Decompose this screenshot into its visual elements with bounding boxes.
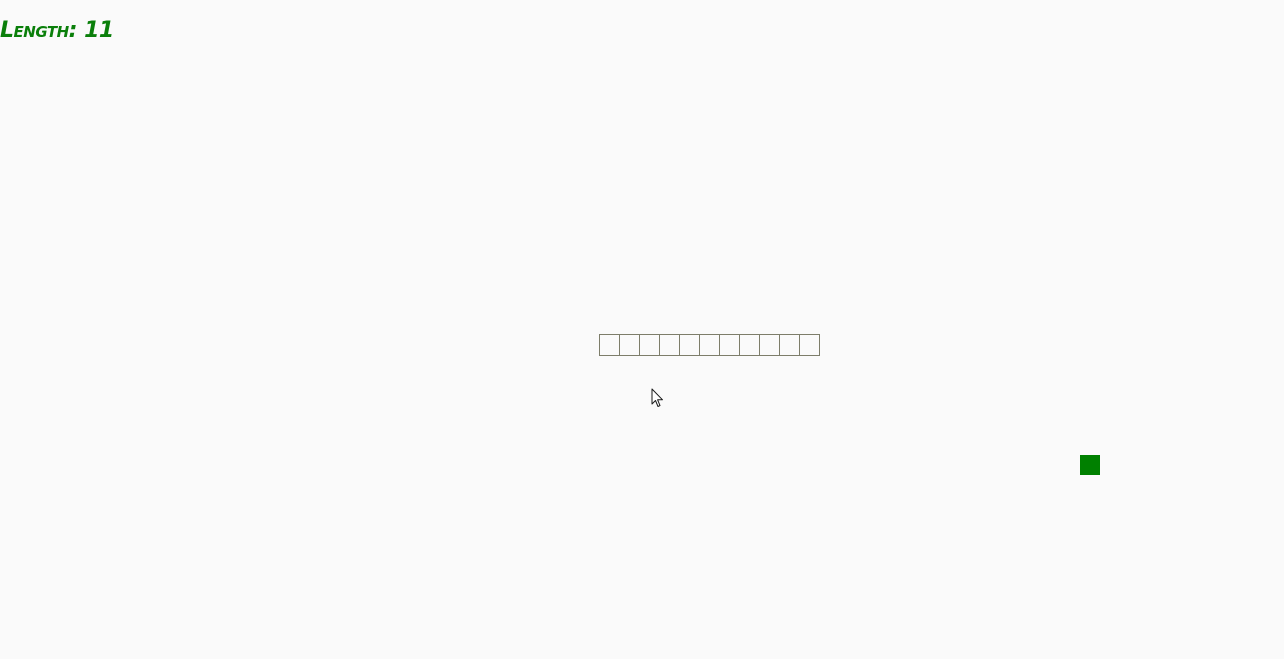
snake-segment	[799, 334, 820, 356]
snake-segment	[619, 334, 640, 356]
snake-segment	[739, 334, 760, 356]
snake-segment	[699, 334, 720, 356]
snake-segment	[719, 334, 740, 356]
snake-segment	[679, 334, 700, 356]
length-counter: Length: 11	[0, 18, 114, 43]
game-board[interactable]: Length: 11	[0, 0, 1284, 659]
mouse-pointer-icon	[651, 388, 663, 407]
length-label: Length:	[0, 18, 77, 43]
snake-segment	[639, 334, 660, 356]
snake-segment	[779, 334, 800, 356]
snake-segment	[659, 334, 680, 356]
length-value: 11	[84, 18, 114, 43]
food-pellet	[1080, 455, 1100, 475]
snake-segment	[759, 334, 780, 356]
snake-segment	[599, 334, 620, 356]
snake	[599, 334, 820, 356]
